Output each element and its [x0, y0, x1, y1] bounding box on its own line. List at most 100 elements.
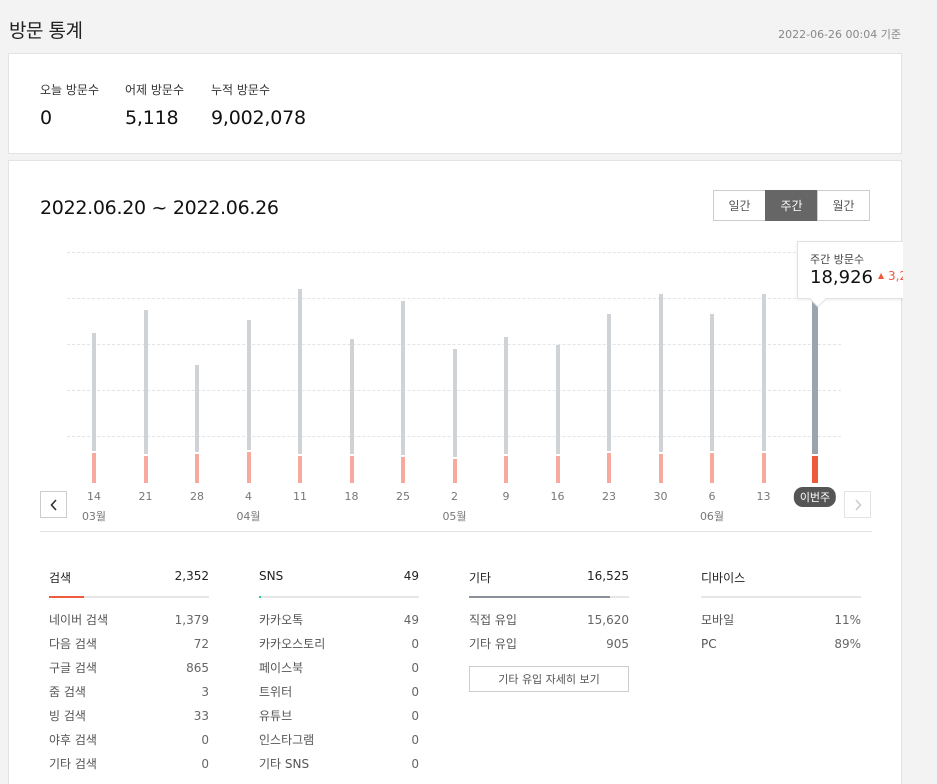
bar-total[interactable] [298, 289, 302, 454]
x-tick-label: 21 [138, 490, 153, 503]
stat-column: SNS 49 카카오톡 49 카카오스토리 0 페이스북 0 트위터 0 유튜브 0 인스타그램 0 기타 … [259, 569, 419, 778]
stat-row-value: 33 [193, 709, 209, 723]
month-label: 04월 [236, 510, 261, 523]
x-tick-label: 28 [190, 490, 204, 503]
stat-row-label: 인스타그램 [259, 733, 315, 747]
bar-total[interactable] [504, 336, 508, 454]
x-tick-label: 13 [756, 490, 771, 503]
stat-row-label: 다음 검색 [49, 637, 97, 651]
stat-row: 줌 검색 3 [49, 682, 209, 706]
stat-row: 기타 SNS 0 [259, 754, 419, 778]
bar-search[interactable] [761, 453, 766, 483]
bar-search[interactable] [401, 456, 405, 483]
yesterday-visits-label: 어제 방문수 [125, 83, 185, 97]
total-visits-label: 누적 방문수 [211, 83, 271, 97]
stat-row-label: 야후 검색 [49, 733, 97, 747]
bar-total[interactable] [349, 339, 354, 454]
bar-total[interactable] [555, 344, 560, 454]
bar-search[interactable] [298, 455, 302, 483]
stat-row-value: 905 [606, 637, 629, 651]
x-tick-label: 14 [87, 490, 101, 503]
bar-search[interactable] [246, 452, 251, 483]
total-visits: 누적 방문수 9,002,078 [211, 81, 306, 129]
stat-row-label: 페이스북 [259, 661, 304, 675]
next-button[interactable] [844, 491, 871, 518]
bar-search[interactable] [607, 453, 611, 483]
stat-row-label: 트위터 [259, 685, 293, 699]
today-visits-value: 0 [40, 107, 52, 129]
stat-row-value: 0 [411, 733, 419, 747]
stat-row-value: 0 [411, 637, 419, 651]
month-label: 06월 [699, 510, 725, 523]
stat-title: 검색 [49, 571, 72, 585]
stat-row: 유튜브 0 [259, 706, 419, 730]
stat-row-value: 0 [411, 685, 419, 699]
bar-total[interactable] [761, 293, 766, 452]
stat-row-label: 카카오스토리 [259, 637, 326, 651]
today-visits-label: 오늘 방문수 [40, 83, 100, 97]
stat-column: 디바이스 모바일 11% PC 89% [701, 569, 861, 658]
bar-total[interactable] [246, 320, 251, 451]
stat-column: 검색 2,352 네이버 검색 1,379 다음 검색 72 구글 검색 865 줌 검색 3 빙 … [49, 569, 209, 778]
stat-row-value: 865 [186, 661, 209, 675]
bar-total[interactable] [607, 314, 611, 452]
stat-title: 디바이스 [701, 571, 746, 585]
bar-search[interactable] [658, 454, 663, 483]
stat-column: 기타 16,525 직접 유입 15,620 기타 유입 905 기타 유입 자세히 보기 [469, 569, 629, 692]
stat-total: 16,525 [587, 569, 629, 583]
chevron-left-icon [49, 498, 57, 511]
page-title: 방문 통계 [9, 20, 83, 42]
bar-total[interactable] [658, 293, 663, 453]
stat-row-value: 0 [201, 733, 209, 747]
stat-row-label: 모바일 [701, 613, 735, 627]
bar-search[interactable] [143, 455, 148, 483]
total-visits-value: 9,002,078 [211, 107, 306, 129]
bar-search[interactable] [452, 459, 457, 483]
bar-search[interactable] [812, 455, 818, 483]
bar-total[interactable] [92, 333, 96, 452]
weekly-visit-chart: 14 21 28 4 11 18 25 2 9 16 23 30 6 13 이번주 03월 04월 05월 06월 [9, 161, 903, 541]
stat-row-label: 카카오톡 [259, 613, 304, 627]
stat-row: 페이스북 0 [259, 658, 419, 682]
stat-row-value: 0 [411, 661, 419, 675]
bar-search[interactable] [92, 453, 96, 483]
stat-row: 다음 검색 72 [49, 634, 209, 658]
bar-total[interactable] [195, 365, 199, 453]
bar-total[interactable] [143, 310, 148, 454]
stat-row-value: 11% [834, 613, 861, 627]
up-arrow-icon: ▲ [878, 271, 885, 280]
stat-share-bar [259, 596, 419, 598]
yesterday-visits-value: 5,118 [125, 107, 179, 129]
stat-share-bar [49, 596, 209, 598]
prev-button[interactable] [40, 491, 67, 518]
bar-search[interactable] [504, 455, 508, 483]
bar-search[interactable] [555, 455, 560, 483]
month-label: 03월 [81, 510, 107, 523]
visit-chart-card: 2022.06.20 ~ 2022.06.26 일간 주간 월간 14 21 28 4… [8, 160, 931, 784]
x-tick-label: 16 [550, 490, 565, 503]
stat-total: 2,352 [174, 569, 209, 583]
bar-search[interactable] [710, 453, 714, 483]
bar-total[interactable] [710, 314, 714, 452]
x-tick-label: 25 [396, 490, 410, 503]
stat-row-value: 0 [411, 709, 419, 723]
bar-search[interactable] [195, 454, 199, 483]
stat-row: 빙 검색 33 [49, 706, 209, 730]
bar-total[interactable] [401, 300, 405, 455]
bar-search[interactable] [349, 455, 354, 483]
other-traffic-detail-button[interactable]: 기타 유입 자세히 보기 [469, 666, 629, 692]
stat-row: 인스타그램 0 [259, 730, 419, 754]
tooltip-value: 18,926 [810, 267, 873, 288]
page-edge [903, 0, 937, 784]
month-label: 05월 [442, 510, 467, 523]
stat-row: 구글 검색 865 [49, 658, 209, 682]
stat-row-value: 0 [411, 757, 419, 771]
stat-row-value: 3 [201, 685, 209, 699]
x-tick-label: 4 [245, 490, 252, 503]
x-tick-label: 11 [293, 490, 307, 503]
stat-header: SNS 49 [259, 569, 419, 589]
stat-row: 모바일 11% [701, 610, 861, 634]
stat-title: 기타 [469, 571, 492, 585]
stat-row: 카카오스토리 0 [259, 634, 419, 658]
bar-total[interactable] [452, 348, 457, 458]
